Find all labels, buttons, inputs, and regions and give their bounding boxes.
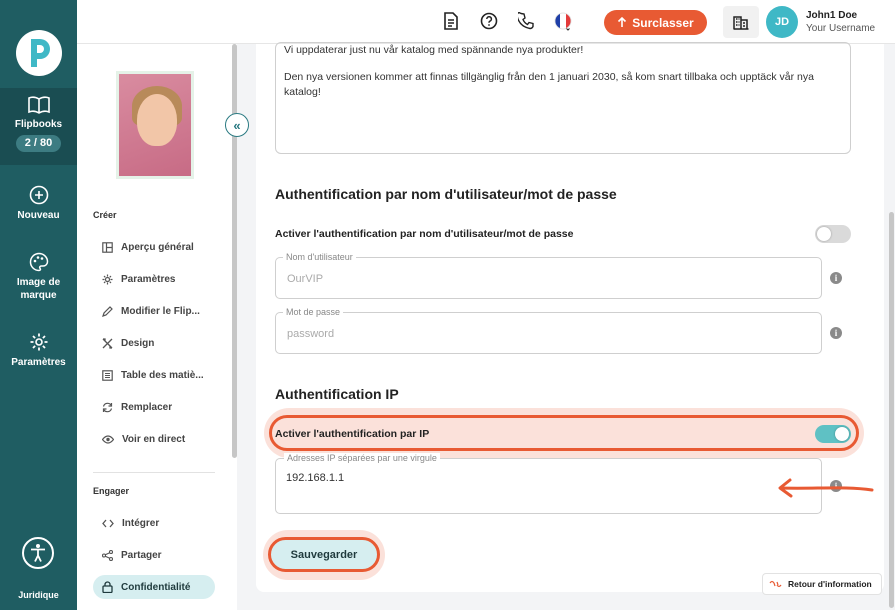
username-info-icon[interactable]: i xyxy=(830,272,842,284)
panel-divider xyxy=(93,472,215,473)
flipbook-thumbnail[interactable] xyxy=(116,71,194,179)
sidebar-item-label: Nouveau xyxy=(17,210,60,221)
message-paragraph-1: Vi uppdaterar just nu vår katalog med sp… xyxy=(284,44,584,56)
ip-legend: Adresses IP séparées par une virgule xyxy=(284,453,440,463)
sidebar-item-flipbooks[interactable]: Flipbooks 2 / 80 xyxy=(0,88,77,165)
gear-icon xyxy=(30,333,47,351)
feedback-label: Retour d'information xyxy=(788,579,872,589)
sidebar-item-settings[interactable]: Paramètres xyxy=(0,332,77,369)
eye-icon xyxy=(102,434,114,444)
username-placeholder: OurVIP xyxy=(287,273,324,285)
auth-ip-toggle[interactable] xyxy=(815,425,851,443)
plus-circle-icon xyxy=(29,185,48,205)
top-bar: Surclasser JD John1 Doe Your Username xyxy=(77,0,895,44)
username-legend: Nom d'utilisateur xyxy=(283,252,356,262)
nav-settings[interactable]: Paramètres xyxy=(93,267,215,291)
nav-view-live[interactable]: Voir en direct xyxy=(93,427,215,451)
tools-icon xyxy=(102,337,113,349)
nav-edit-flipbook[interactable]: Modifier le Flip... xyxy=(93,299,215,323)
section-create-label: Créer xyxy=(93,210,117,220)
privacy-settings-card: Vi uppdaterar just nu vår katalog med sp… xyxy=(256,42,884,592)
flipbook-count-badge: 2 / 80 xyxy=(15,135,62,152)
sidebar-item-label: Image de marque xyxy=(16,277,61,301)
message-textarea[interactable]: Vi uppdaterar just nu vår katalog med sp… xyxy=(275,42,851,154)
organization-button[interactable] xyxy=(723,6,759,38)
auth-user-toggle[interactable] xyxy=(815,225,851,243)
arrow-up-icon xyxy=(618,17,627,27)
lock-icon xyxy=(102,581,113,593)
nav-share[interactable]: Partager xyxy=(93,543,215,567)
panel-scrollbar[interactable] xyxy=(232,44,237,458)
password-legend: Mot de passe xyxy=(283,307,344,317)
share-icon xyxy=(102,549,113,561)
sidebar-item-label: Paramètres xyxy=(11,357,66,368)
refresh-icon xyxy=(102,402,113,412)
app-logo[interactable] xyxy=(16,30,62,76)
accessibility-icon[interactable] xyxy=(22,537,54,569)
nav-overview[interactable]: Aperçu général xyxy=(93,235,215,259)
auth-user-toggle-label: Activer l'authentification par nom d'uti… xyxy=(275,228,574,240)
nav-design[interactable]: Design xyxy=(93,331,215,355)
flipbook-panel: Créer Aperçu général Paramètres Modifier… xyxy=(77,44,237,610)
save-highlight: Sauvegarder xyxy=(263,530,385,580)
book-icon xyxy=(27,96,50,114)
save-button[interactable]: Sauvegarder xyxy=(268,537,380,572)
sidebar-item-new[interactable]: Nouveau xyxy=(0,185,77,222)
legal-link[interactable]: Juridique xyxy=(0,590,77,600)
palette-icon xyxy=(29,252,48,272)
french-flag-icon[interactable] xyxy=(554,12,574,32)
upgrade-label: Surclasser xyxy=(632,15,694,30)
document-icon[interactable] xyxy=(443,12,459,30)
nav-privacy[interactable]: Confidentialité xyxy=(93,575,215,599)
nav-table-of-contents[interactable]: Table des matiè... xyxy=(93,363,215,387)
chevrons-left-icon: « xyxy=(233,117,241,133)
feedback-button[interactable]: Retour d'information xyxy=(762,573,882,595)
gear-icon xyxy=(102,274,113,284)
auth-user-title: Authentification par nom d'utilisateur/m… xyxy=(275,186,617,202)
avatar[interactable]: JD xyxy=(766,6,798,38)
list-icon xyxy=(102,369,113,381)
collapse-panel-button[interactable]: « xyxy=(225,113,249,137)
feedback-icon xyxy=(769,580,782,588)
password-field[interactable]: Mot de passe password xyxy=(275,307,822,354)
content-scrollbar[interactable] xyxy=(889,212,894,608)
auth-ip-toggle-label: Activer l'authentification par IP xyxy=(275,428,430,440)
password-placeholder: password xyxy=(287,328,335,340)
nav-embed[interactable]: Intégrer xyxy=(93,511,215,535)
ip-addresses-field[interactable]: Adresses IP séparées par une virgule 192… xyxy=(275,453,822,514)
upgrade-button[interactable]: Surclasser xyxy=(604,10,707,35)
layout-icon xyxy=(102,241,113,253)
auth-ip-title: Authentification IP xyxy=(275,386,399,402)
username-field[interactable]: Nom d'utilisateur OurVIP xyxy=(275,252,822,299)
ip-value: 192.168.1.1 xyxy=(286,472,345,484)
message-paragraph-2: Den nya versionen kommer att finnas till… xyxy=(284,71,814,98)
code-icon xyxy=(102,519,114,527)
help-icon[interactable] xyxy=(480,12,498,30)
main-sidebar: Flipbooks 2 / 80 Nouveau Image de marque… xyxy=(0,0,77,610)
user-name: John1 Doe xyxy=(806,10,858,21)
user-username: Your Username xyxy=(806,23,876,34)
pencil-icon xyxy=(102,305,113,317)
sidebar-item-branding[interactable]: Image de marque xyxy=(0,252,77,302)
phone-icon[interactable] xyxy=(518,12,534,30)
annotation-arrow xyxy=(778,478,874,498)
nav-replace[interactable]: Remplacer xyxy=(93,395,215,419)
section-engage-label: Engager xyxy=(93,486,130,496)
password-info-icon[interactable]: i xyxy=(830,327,842,339)
building-icon xyxy=(733,16,749,30)
sidebar-item-label: Flipbooks xyxy=(14,119,63,130)
